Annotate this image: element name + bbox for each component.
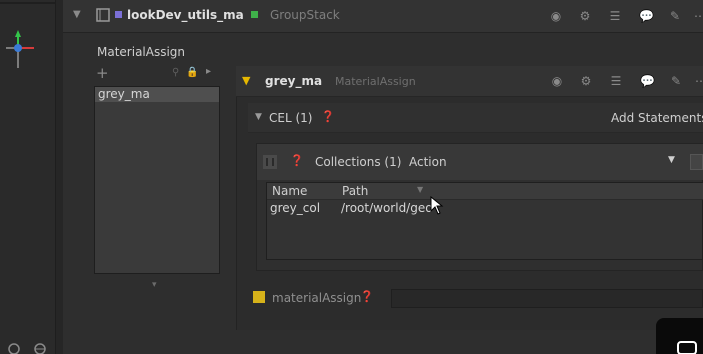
groupstack-node-name[interactable]: lookDev_utils_ma [127,8,244,22]
left-panel-divider[interactable] [55,0,63,354]
table-header: Name Path ▼ [267,183,703,200]
help-icon[interactable]: ❓ [321,110,335,123]
collapse-arrow-icon[interactable]: ▼ [73,9,81,20]
parameter-state-badge [253,291,265,303]
cel-row: ▼ CEL (1) ❓ Add Statements [248,103,703,133]
view-flag-icon[interactable]: ◉ [549,9,563,23]
edit-icon[interactable]: ✎ [669,74,683,88]
help-icon[interactable]: ❓ [290,154,304,167]
mouse-cursor-icon [430,196,444,215]
collections-label: Collections (1) [315,155,402,169]
groupstack-header: ▼ lookDev_utils_ma GroupStack ◉ ⚙ ☰ 💬 ✎ … [63,0,703,33]
table-cell-name[interactable]: grey_col [270,201,320,215]
table-row[interactable]: grey_col /root/world/geo [267,201,703,217]
node-name[interactable]: grey_ma [265,74,322,88]
axis-gizmo-icon [6,30,34,68]
materialassign-panel-title: MaterialAssign [97,45,186,59]
node-header: ▼ grey_ma MaterialAssign ◉ ⚙ ☰ 💬 ✎ ⋯ [236,66,703,97]
drag-handle-icon[interactable] [263,155,277,169]
more-icon[interactable]: ⋯ [693,9,703,23]
parameter-label: materialAssign [272,291,362,305]
sort-arrow-icon[interactable]: ▼ [417,185,423,194]
comment-icon[interactable]: 💬 [640,74,655,88]
node-icon [96,8,110,22]
sliders-icon[interactable]: ☰ [608,9,622,23]
list-resize-handle[interactable]: ▾ [152,280,157,290]
view-flag-icon[interactable]: ◉ [550,74,564,88]
add-icon[interactable]: + [96,64,109,82]
viewer-tools-icon[interactable] [6,340,54,354]
cel-label: CEL (1) [269,111,313,125]
add-statements-button[interactable]: Add Statements [611,111,703,125]
cel-collapse-arrow-icon[interactable]: ▼ [255,112,262,122]
node-list-toolbar: + ⚲ 🔒 ▸ [94,64,220,86]
search-icon[interactable]: ⚲ [172,67,179,78]
action-menu[interactable]: Action [409,155,447,169]
dropdown-arrow-icon[interactable]: ▼ [668,155,675,165]
group-color-swatch [115,11,122,18]
node-type: MaterialAssign [335,75,416,88]
lock-icon[interactable]: 🔒 [186,67,198,78]
expand-arrow-icon[interactable]: ▼ [242,74,250,87]
more-icon[interactable]: ⋯ [694,74,703,88]
node-list [94,86,220,274]
comment-icon[interactable]: 💬 [639,9,654,23]
gear-icon[interactable]: ⚙ [579,74,593,88]
collections-header: ❓ Collections (1) Action ▼ [257,144,703,180]
sliders-icon[interactable]: ☰ [609,74,623,88]
groupstack-node-type: GroupStack [270,8,340,22]
chevron-right-icon[interactable]: ▸ [206,66,211,77]
list-item[interactable]: grey_ma [95,87,219,102]
overlay-widget[interactable] [656,318,703,354]
column-header-name[interactable]: Name [272,184,307,198]
gear-icon[interactable]: ⚙ [578,9,592,23]
viewer-separator [0,2,60,4]
screen-capture-icon[interactable] [676,338,698,354]
edit-icon[interactable]: ✎ [668,9,682,23]
material-path-field[interactable] [391,289,703,308]
group-status-badge [251,11,258,18]
column-header-path[interactable]: Path [342,184,368,198]
table-cell-path[interactable]: /root/world/geo [341,201,441,215]
viewer-strip [0,0,63,354]
expand-panel-button[interactable] [690,154,703,170]
help-icon[interactable]: ❓ [360,290,374,303]
